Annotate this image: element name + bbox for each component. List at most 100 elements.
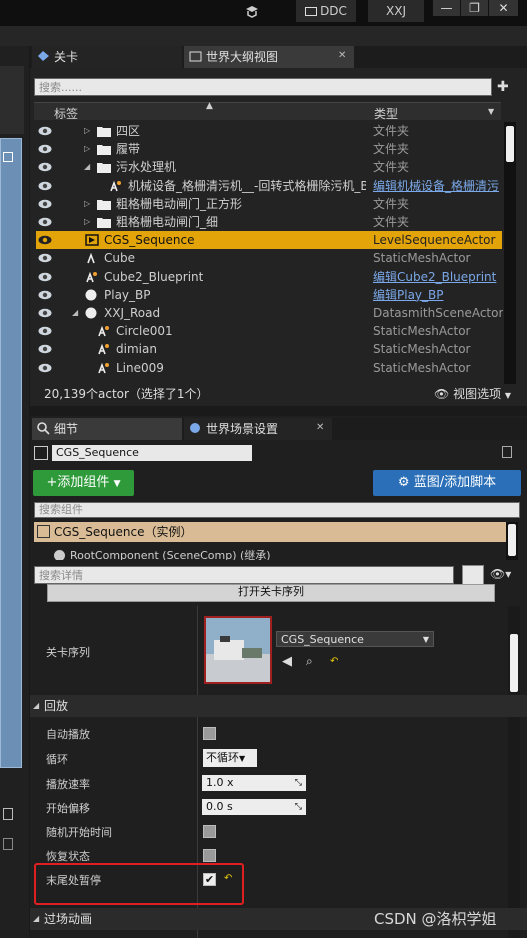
scrollbar-thumb[interactable] bbox=[508, 524, 516, 556]
outliner-row[interactable]: Play_BP 编辑Play_BP bbox=[36, 286, 502, 304]
visibility-eye-icon[interactable] bbox=[38, 199, 52, 209]
outliner-row[interactable]: 机械设备_格栅清污机__-回转式格栅除污机_BP 编辑机械设备_格栅清污 bbox=[36, 177, 502, 195]
add-component-button[interactable]: +添加组件 ▼ bbox=[33, 470, 134, 496]
sequence-asset-dropdown[interactable]: CGS_Sequence ▼ bbox=[276, 631, 434, 647]
row-type[interactable]: 编辑Cube2_Blueprint bbox=[373, 268, 503, 286]
close-icon[interactable]: ✕ bbox=[338, 51, 348, 61]
lock-icon[interactable] bbox=[3, 808, 13, 820]
visibility-eye-icon[interactable] bbox=[38, 181, 52, 191]
property-matrix-icon[interactable] bbox=[462, 565, 484, 585]
outliner-row[interactable]: Circle001 StaticMeshActor bbox=[36, 322, 502, 340]
tab-world-outliner[interactable]: 世界大纲视图 ✕ bbox=[184, 46, 354, 68]
drag-handle-icon[interactable]: ⤡ bbox=[295, 775, 302, 791]
outliner-row[interactable]: ◢ 污水处理机 文件夹 bbox=[36, 158, 502, 176]
lock-icon[interactable] bbox=[502, 446, 512, 458]
maximize-icon[interactable] bbox=[3, 152, 13, 162]
details-panel: 细节 世界场景设置 ✕ CGS_Sequence +添加组件 ▼ ⚙ 蓝图/添加… bbox=[30, 416, 527, 938]
start-offset-field[interactable]: 0.0 s ⤡ bbox=[202, 799, 306, 815]
expand-arrow-icon[interactable]: ▷ bbox=[84, 195, 94, 213]
outliner-row[interactable]: ▷ 粗格栅电动闸门_正方形 文件夹 bbox=[36, 195, 502, 213]
outliner-row[interactable]: Cube StaticMeshActor bbox=[36, 249, 502, 267]
row-type[interactable]: 编辑机械设备_格栅清污 bbox=[373, 177, 503, 195]
restore-button[interactable]: ❐ bbox=[460, 0, 488, 16]
close-icon[interactable]: ✕ bbox=[316, 423, 326, 433]
minimize-button[interactable]: — bbox=[432, 0, 460, 16]
outliner-row[interactable]: ▷ 四区 文件夹 bbox=[36, 122, 502, 140]
view-options-button[interactable]: 👁 视图选项 ▼ bbox=[434, 385, 511, 405]
row-name: 履带 bbox=[116, 142, 141, 157]
scene-component-icon bbox=[54, 550, 65, 560]
expand-arrow-icon[interactable]: ◢ bbox=[72, 304, 82, 322]
outliner-row[interactable]: Cube2_Blueprint 编辑Cube2_Blueprint bbox=[36, 268, 502, 286]
source-control-icon[interactable] bbox=[244, 4, 260, 20]
visibility-eye-icon[interactable] bbox=[38, 217, 52, 227]
scrollbar-thumb[interactable] bbox=[510, 634, 518, 692]
restore-state-checkbox[interactable] bbox=[203, 849, 216, 862]
visibility-eye-icon[interactable] bbox=[38, 126, 52, 136]
expand-arrow-icon[interactable]: ◢ bbox=[84, 158, 94, 176]
tab-levels[interactable]: 关卡 bbox=[32, 46, 182, 68]
close-button[interactable]: ✕ bbox=[488, 0, 518, 16]
visibility-eye-icon[interactable] bbox=[38, 290, 52, 300]
row-type[interactable]: 编辑Play_BP bbox=[373, 286, 503, 304]
expand-arrow-icon[interactable]: ▷ bbox=[84, 213, 94, 231]
outliner-search-input[interactable]: 搜索...... bbox=[34, 78, 492, 96]
visibility-eye-icon[interactable] bbox=[38, 235, 52, 245]
expand-arrow-icon[interactable]: ▷ bbox=[84, 122, 94, 140]
use-selected-icon[interactable]: ◀ bbox=[282, 654, 292, 669]
visibility-eye-icon[interactable] bbox=[38, 162, 52, 172]
blueprint-actor-icon bbox=[98, 344, 109, 355]
visibility-eye-icon[interactable] bbox=[38, 144, 52, 154]
visibility-eye-icon[interactable] bbox=[38, 253, 52, 263]
visibility-eye-icon[interactable] bbox=[38, 272, 52, 282]
ddc-button[interactable]: DDC bbox=[296, 0, 356, 22]
reset-arrow-icon[interactable]: ↶ bbox=[330, 656, 338, 667]
viewport-panel[interactable] bbox=[0, 138, 22, 768]
expand-arrow-icon[interactable]: ▷ bbox=[84, 140, 94, 158]
outliner-row[interactable]: ▷ 粗格栅电动闸门_细 文件夹 bbox=[36, 213, 502, 231]
globe-icon bbox=[190, 423, 200, 433]
drag-handle-icon[interactable]: ⤡ bbox=[295, 799, 302, 815]
outliner-row[interactable]: ◢ XXJ_Road DatasmithSceneActor bbox=[36, 304, 503, 322]
sort-arrow-icon: ▲ bbox=[206, 101, 213, 111]
component-scrollbar[interactable] bbox=[506, 522, 518, 560]
scrollbar-thumb[interactable] bbox=[506, 126, 514, 162]
col-type-header[interactable]: 类型 bbox=[374, 105, 398, 122]
outliner-row[interactable]: Line009 StaticMeshActor bbox=[36, 359, 502, 377]
blueprint-script-button[interactable]: ⚙ 蓝图/添加脚本 bbox=[373, 470, 521, 496]
play-rate-field[interactable]: 1.0 x ⤡ bbox=[202, 775, 306, 791]
user-button[interactable]: XXJ bbox=[368, 0, 424, 22]
row-type: StaticMeshActor bbox=[373, 251, 471, 266]
col-label-header[interactable]: 标签 bbox=[54, 105, 78, 122]
outliner-scrollbar[interactable] bbox=[504, 122, 516, 384]
browse-icon[interactable]: ⌕ bbox=[306, 654, 313, 669]
details-scrollbar[interactable] bbox=[508, 606, 520, 938]
visibility-eye-icon[interactable] bbox=[38, 308, 52, 318]
add-actor-icon[interactable]: ✚ bbox=[497, 78, 515, 96]
open-sequence-button[interactable]: 打开关卡序列 bbox=[47, 584, 495, 602]
save-icon[interactable] bbox=[3, 838, 13, 850]
instance-row[interactable]: CGS_Sequence（实例） bbox=[34, 522, 506, 542]
playback-section-header[interactable]: ◢ 回放 bbox=[30, 695, 527, 717]
visibility-eye-icon[interactable] bbox=[38, 363, 52, 373]
tab-world-settings[interactable]: 世界场景设置 ✕ bbox=[184, 418, 332, 440]
row-name: CGS_Sequence bbox=[104, 233, 195, 248]
tab-details[interactable]: 细节 bbox=[32, 418, 182, 440]
visibility-eye-icon[interactable] bbox=[38, 344, 52, 354]
visibility-eye-icon[interactable]: 👁▾ bbox=[490, 567, 511, 581]
outliner-row[interactable]: CGS_Sequence LevelSequenceActor bbox=[36, 231, 502, 250]
root-component-row[interactable]: RootComponent (SceneComp) (继承) bbox=[54, 546, 494, 560]
actor-name-field[interactable]: CGS_Sequence bbox=[52, 445, 252, 461]
details-search-input[interactable]: 搜索详情 bbox=[34, 566, 454, 584]
autoplay-checkbox[interactable] bbox=[203, 727, 216, 740]
random-start-checkbox[interactable] bbox=[203, 825, 216, 838]
playback-section-label: 回放 bbox=[44, 699, 69, 713]
outliner-row[interactable]: ▷ 履带 文件夹 bbox=[36, 140, 502, 158]
loop-dropdown[interactable]: 不循环▼ bbox=[203, 749, 257, 767]
sequence-thumbnail[interactable] bbox=[204, 616, 272, 684]
header-options-icon[interactable]: ▼ bbox=[488, 107, 494, 116]
blueprint-actor-icon bbox=[110, 180, 121, 191]
component-search-input[interactable]: 搜索组件 bbox=[34, 502, 520, 518]
outliner-row[interactable]: dimian StaticMeshActor bbox=[36, 340, 502, 358]
visibility-eye-icon[interactable] bbox=[38, 326, 52, 336]
